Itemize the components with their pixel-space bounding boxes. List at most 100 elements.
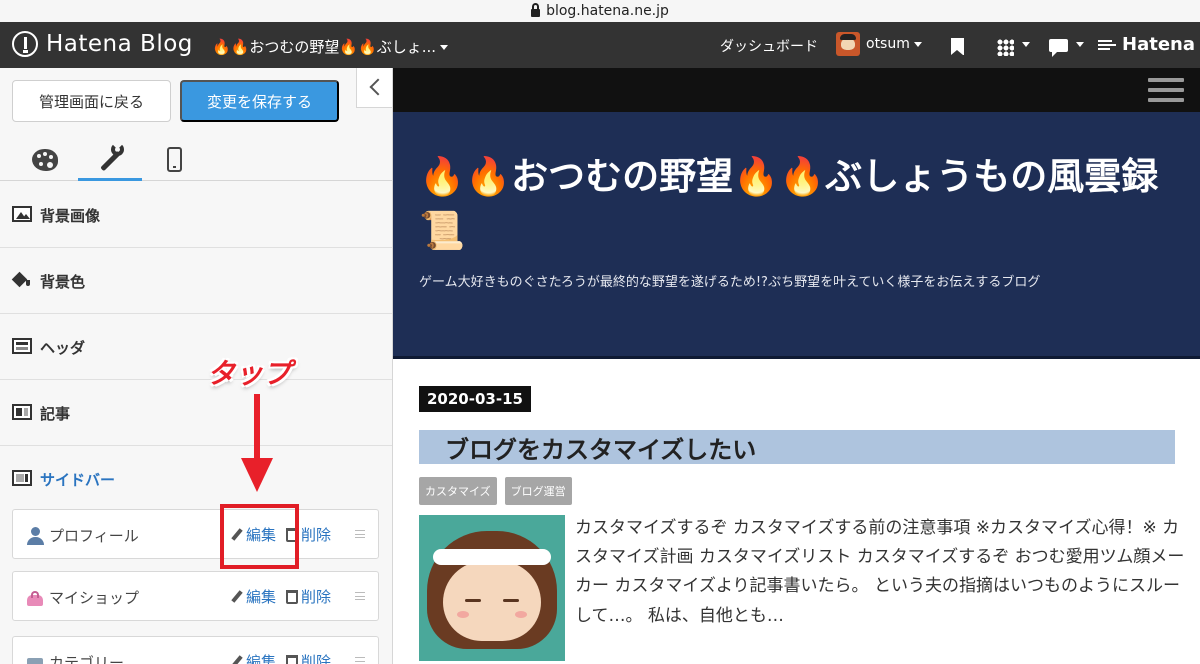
blog-preview: 🔥🔥おつむの野望🔥🔥ぶしょうもの風雲録📜 ゲーム大好きものぐさたろうが最終的な野… [393,68,1200,664]
category-tag[interactable]: ブログ運営 [504,477,572,505]
blog-description: ゲーム大好きものぐさたろうが最終的な野望を遂げるため!?ぷち野望を叶えていく様子… [419,275,1041,290]
section-label: 背景画像 [40,207,101,225]
user-menu[interactable]: otsum [836,32,922,56]
blog-selector-label: 🔥🔥おつむの野望🔥🔥ぶしょ... [212,38,437,56]
bookmark-icon[interactable] [951,38,964,55]
pencil-icon [231,655,243,664]
module-actions: 編集 削除 [231,651,341,664]
person-icon [25,526,45,546]
chevron-down-icon [1076,42,1084,47]
tab-smartphone[interactable] [142,138,206,181]
tap-annotation-label: タップ [207,357,292,390]
hamburger-menu-icon[interactable] [1148,78,1184,102]
hatena-logo-icon [1098,39,1116,51]
hatena-label: Hatena [1122,34,1195,55]
shop-bag-icon [25,588,45,608]
hatena-blog-logo[interactable]: Hatena Blog [12,31,193,57]
thumbnail-cheek [457,611,469,618]
delete-module-button[interactable]: 削除 [286,651,331,664]
delete-label: 削除 [301,653,332,664]
tab-theme[interactable] [13,138,77,181]
apps-grid-icon[interactable] [997,39,1014,56]
module-actions: 編集 削除 [231,586,341,607]
preview-top-bar [393,68,1200,112]
image-icon [12,206,32,222]
thumbnail-eye [503,599,519,602]
delete-module-button[interactable]: 削除 [286,586,331,607]
annotation-arrow [241,394,273,492]
paint-bucket-icon [12,272,32,288]
drag-handle-icon[interactable] [355,592,365,600]
section-header[interactable]: ヘッダ [0,314,392,380]
thumbnail-headband [433,549,551,565]
dashboard-link[interactable]: ダッシュボード [720,36,818,56]
save-changes-button[interactable]: 変更を保存する [180,80,339,122]
sidebar-layout-icon [12,470,32,486]
module-label: プロフィール [49,527,139,545]
wrench-icon [95,143,125,173]
tab-customize[interactable] [78,138,142,181]
blog-title[interactable]: 🔥🔥おつむの野望🔥🔥ぶしょうもの風雲録📜 [419,150,1189,257]
section-article[interactable]: 記事 [0,380,392,446]
drag-handle-icon[interactable] [355,657,365,664]
section-sidebar[interactable]: サイドバー [0,446,392,512]
module-profile: プロフィール 編集 削除 [12,509,379,559]
collapse-sidebar-button[interactable] [356,68,392,108]
hatena-blog-mark-icon [12,31,38,57]
section-label: サイドバー [40,471,116,489]
notification-chat-icon[interactable] [1049,39,1068,57]
module-name: マイショップ [25,587,139,608]
section-label: 背景色 [40,273,86,291]
smartphone-icon [166,147,182,172]
trash-icon [286,589,299,604]
module-name: プロフィール [25,525,139,546]
chevron-down-icon [913,41,922,47]
entry-date[interactable]: 2020-03-15 [419,386,531,412]
palette-icon [32,148,58,171]
thumbnail-eye [465,599,481,602]
top-navigation-bar: Hatena Blog 🔥🔥おつむの野望🔥🔥ぶしょ... ダッシュボード ots… [0,22,1200,68]
section-label: 記事 [40,405,71,423]
edit-label: 編集 [246,653,277,664]
design-settings-sidebar: 管理画面に戻る 変更を保存する 背景画像 背景色 ヘッダ 記事 サイドバー プロ… [0,68,393,664]
thumbnail-cheek [515,611,527,618]
section-background-color[interactable]: 背景色 [0,248,392,314]
module-category: カテゴリー 編集 削除 [12,636,379,664]
module-label: マイショップ [49,589,140,607]
url-text: blog.hatena.ne.jp [546,3,669,19]
chevron-down-icon [440,45,449,50]
category-tag[interactable]: カスタマイズ [419,477,497,505]
drag-handle-icon[interactable] [355,530,365,538]
blog-selector[interactable]: 🔥🔥おつむの野望🔥🔥ぶしょ... [212,36,449,57]
delete-label: 削除 [301,526,332,544]
folder-icon [25,653,45,664]
edit-label: 編集 [246,588,277,606]
entry-title[interactable]: ブログをカスタマイズしたい [419,430,1175,464]
header-layout-icon [12,338,32,354]
entry-excerpt: カスタマイズするぞ カスタマイズする前の注意事項 ※カスタマイズ心得！※ カスタ… [575,518,1185,626]
entry-thumbnail[interactable] [419,515,565,661]
annotation-highlight-box [220,504,299,569]
chevron-down-icon [1022,42,1030,47]
username: otsum [866,36,910,52]
module-label: カテゴリー [49,654,125,664]
pencil-icon [231,590,243,604]
section-label: ヘッダ [40,339,86,357]
brand-text: Hatena Blog [46,31,193,57]
thumbnail-face [443,561,541,641]
section-background-image[interactable]: 背景画像 [0,182,392,248]
entry-categories: カスタマイズ ブログ運営 [419,477,580,505]
back-to-admin-button[interactable]: 管理画面に戻る [12,80,171,122]
article-layout-icon [12,404,32,420]
settings-tabs [0,138,392,181]
browser-url-bar[interactable]: blog.hatena.ne.jp [0,0,1200,22]
edit-module-button[interactable]: 編集 [231,651,276,664]
hatena-link[interactable]: Hatena [1098,34,1195,55]
module-name: カテゴリー [25,652,124,664]
blog-header: 🔥🔥おつむの野望🔥🔥ぶしょうもの風雲録📜 ゲーム大好きものぐさたろうが最終的な野… [393,112,1200,359]
user-avatar [836,32,860,56]
delete-label: 削除 [301,588,332,606]
lock-icon [531,3,541,17]
edit-module-button[interactable]: 編集 [231,586,276,607]
trash-icon [286,654,299,664]
